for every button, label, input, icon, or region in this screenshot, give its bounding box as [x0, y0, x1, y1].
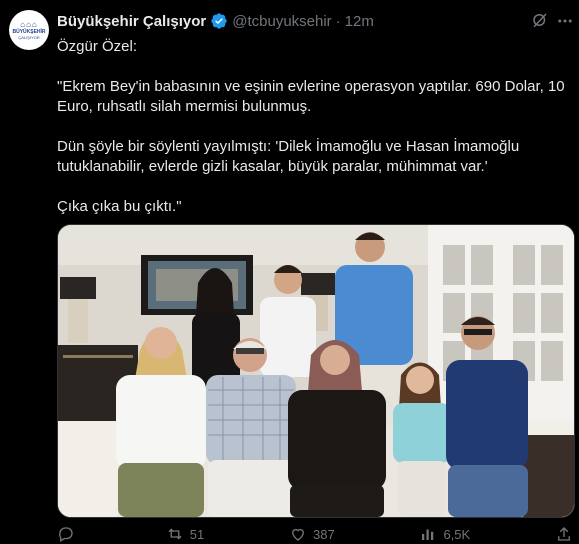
tweet-paragraph: "Ekrem Bey'in babasının ve eşinin evleri… — [57, 78, 565, 115]
repost-icon — [168, 528, 182, 540]
views-count: 6,5K — [443, 526, 471, 542]
avatar-logo-icon: ⌂⌂⌂ — [20, 20, 38, 29]
tweet-paragraph: Özgür Özel: — [57, 38, 138, 55]
tweet-paragraph: Çıka çıka bu çıktı." — [57, 198, 182, 215]
account-handle[interactable]: @tcbuyuksehir — [232, 13, 331, 30]
grok-icon[interactable] — [531, 11, 549, 34]
like-count: 387 — [313, 526, 335, 542]
like-button[interactable]: 387 — [289, 524, 335, 544]
timestamp[interactable]: 12m — [345, 13, 374, 30]
tweet-actions: 51 387 6,5K — [57, 524, 573, 544]
avatar[interactable]: ⌂⌂⌂ BÜYÜKŞEHİR ÇALIŞIYOR — [9, 10, 49, 50]
repost-button[interactable]: 51 — [166, 524, 204, 544]
reply-icon — [59, 527, 73, 542]
share-icon — [558, 527, 570, 541]
tweet-photo[interactable] — [57, 224, 575, 518]
avatar-text-2: ÇALIŞIYOR — [18, 35, 40, 40]
share-button[interactable] — [555, 524, 573, 544]
more-icon[interactable] — [556, 12, 574, 35]
tweet-paragraph: Dün şöyle bir söylenti yayılmıştı: 'Dile… — [57, 138, 520, 175]
reply-button[interactable] — [57, 524, 81, 544]
tweet-text: Özgür Özel: "Ekrem Bey'in babasının ve e… — [57, 37, 575, 217]
heart-icon — [292, 528, 304, 541]
account-name[interactable]: Büyükşehir Çalışıyor — [57, 13, 206, 30]
views-icon — [422, 529, 434, 540]
separator-dot: · — [335, 12, 341, 30]
verified-badge-icon — [210, 12, 228, 30]
repost-count: 51 — [189, 526, 205, 542]
views-button[interactable]: 6,5K — [419, 524, 470, 544]
tweet-header: Büyükşehir Çalışıyor @tcbuyuksehir · 12m — [57, 11, 374, 31]
